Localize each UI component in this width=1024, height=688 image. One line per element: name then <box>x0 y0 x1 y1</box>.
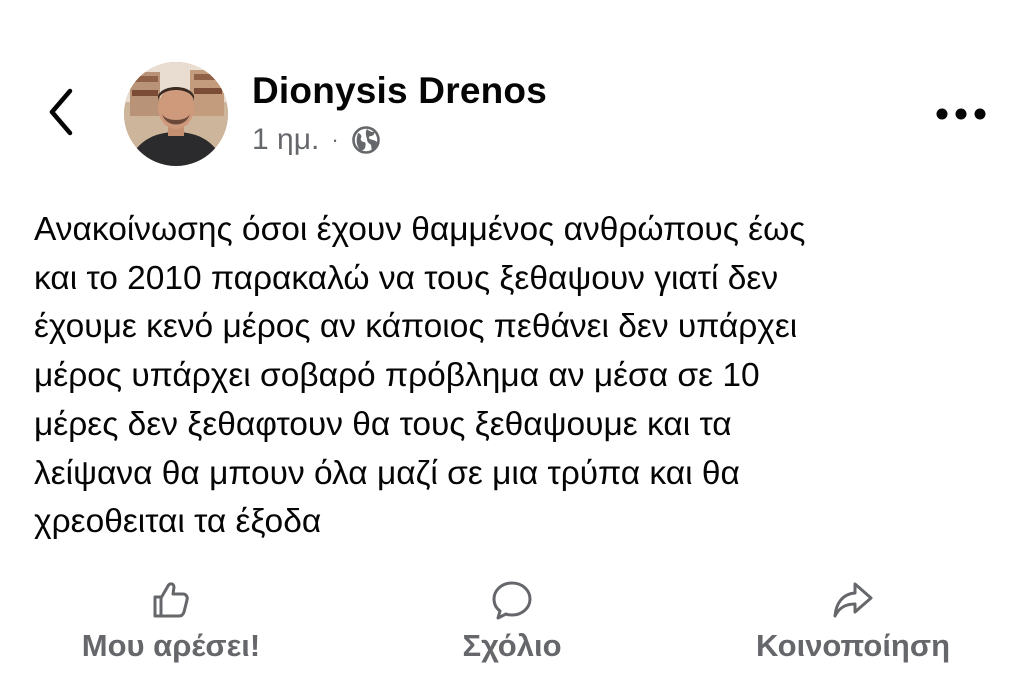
comment-label: Σχόλιο <box>462 628 562 663</box>
avatar[interactable] <box>124 62 228 166</box>
globe-icon[interactable] <box>351 125 381 155</box>
chevron-left-icon <box>49 88 73 136</box>
more-options-button[interactable] <box>930 92 992 136</box>
post-meta: 1 ημ. · <box>252 120 381 160</box>
share-label: Κοινοποίηση <box>755 628 951 663</box>
avatar-photo <box>124 62 228 166</box>
post-action-bar: Μου αρέσει! Σχόλιο Κοινοποίηση <box>0 578 1024 668</box>
comment-bubble-icon <box>492 581 532 620</box>
like-button[interactable]: Μου αρέσει! <box>66 578 276 668</box>
author-name[interactable]: Dionysis Drenos <box>252 70 547 112</box>
post-text: Ανακοίνωσης όσοι έχουν θαμμένος ανθρώπου… <box>34 211 806 541</box>
more-horizontal-icon <box>936 108 986 120</box>
share-arrow-icon <box>833 582 873 618</box>
comment-button[interactable]: Σχόλιο <box>412 578 612 668</box>
back-button[interactable] <box>36 82 86 142</box>
meta-separator: · <box>331 127 339 152</box>
share-button[interactable]: Κοινοποίηση <box>738 578 968 668</box>
thumbs-up-icon <box>153 582 189 618</box>
post-timestamp[interactable]: 1 ημ. <box>252 123 319 157</box>
like-label: Μου αρέσει! <box>81 628 261 663</box>
